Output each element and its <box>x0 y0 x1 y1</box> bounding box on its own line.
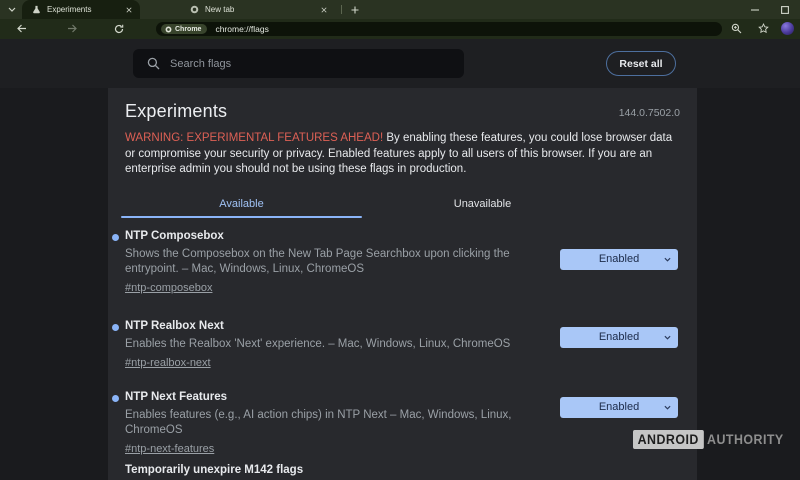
zoom-icon[interactable] <box>731 23 742 34</box>
flag-permalink[interactable]: #ntp-composebox <box>125 282 212 294</box>
chevron-down-icon <box>664 257 671 262</box>
flag-dot-icon <box>112 324 119 331</box>
flag-dot-icon <box>112 395 119 402</box>
browser-toolbar: Chrome chrome://flags <box>0 19 800 39</box>
availability-tabs: Available Unavailable <box>121 191 603 218</box>
tab-separator <box>341 5 342 14</box>
forward-icon[interactable] <box>67 24 77 33</box>
tab-new-tab[interactable]: New tab <box>180 0 335 19</box>
flag-dot-icon <box>112 234 119 241</box>
reset-all-button[interactable]: Reset all <box>606 51 676 76</box>
warning-emphasis: WARNING: EXPERIMENTAL FEATURES AHEAD! <box>125 132 383 144</box>
flag-dropdown[interactable]: Enabled <box>560 397 678 418</box>
bookmark-star-icon[interactable] <box>758 23 769 34</box>
flag-dropdown[interactable]: Enabled <box>560 327 678 348</box>
site-chip-label: Chrome <box>175 26 201 33</box>
tab-search-button[interactable] <box>5 3 19 16</box>
tab-strip: Experiments New tab <box>0 0 800 19</box>
experiments-panel: Experiments 144.0.7502.0 WARNING: EXPERI… <box>108 88 697 480</box>
search-placeholder: Search flags <box>170 58 231 70</box>
flag-dropdown-value: Enabled <box>599 331 639 343</box>
section-heading: Temporarily unexpire M142 flags <box>125 464 680 476</box>
browser-window: Experiments New tab <box>0 0 800 480</box>
reload-icon[interactable] <box>114 24 124 34</box>
maximize-button[interactable] <box>770 0 800 19</box>
flag-description: Shows the Composebox on the New Tab Page… <box>125 247 560 277</box>
warning-text: WARNING: EXPERIMENTAL FEATURES AHEAD! By… <box>125 131 673 178</box>
flag-row: NTP Next Features Enables features (e.g.… <box>125 385 680 450</box>
search-header: Search flags Reset all <box>0 39 800 88</box>
search-input[interactable]: Search flags <box>133 49 464 78</box>
watermark-authority: AUTHORITY <box>707 432 784 447</box>
plus-icon <box>351 6 359 14</box>
minimize-button[interactable] <box>740 0 770 19</box>
minimize-icon <box>751 9 759 11</box>
chevron-down-icon <box>664 335 671 340</box>
chevron-down-icon <box>8 7 16 12</box>
version-number: 144.0.7502.0 <box>619 107 680 119</box>
flags-page: Search flags Reset all Experiments 144.0… <box>0 39 800 480</box>
flask-icon <box>32 5 41 14</box>
tab-title: New tab <box>205 5 319 14</box>
search-icon <box>147 57 160 70</box>
chevron-down-icon <box>664 405 671 410</box>
tab-experiments[interactable]: Experiments <box>22 0 140 19</box>
chrome-logo-icon <box>190 5 199 14</box>
tab-unavailable[interactable]: Unavailable <box>362 191 603 218</box>
flag-permalink[interactable]: #ntp-realbox-next <box>125 357 211 369</box>
back-icon[interactable] <box>17 24 27 33</box>
tab-available[interactable]: Available <box>121 191 362 218</box>
maximize-icon <box>781 6 789 14</box>
address-bar[interactable]: Chrome chrome://flags <box>156 22 722 36</box>
flag-name: NTP Composebox <box>125 224 680 242</box>
chrome-logo-icon <box>165 26 172 33</box>
flag-description: Enables features (e.g., AI action chips)… <box>125 408 560 438</box>
site-chip[interactable]: Chrome <box>161 24 207 34</box>
watermark-android: ANDROID <box>633 430 703 449</box>
close-tab-icon[interactable] <box>124 5 134 15</box>
flag-dropdown-value: Enabled <box>599 401 639 413</box>
flag-list: NTP Composebox Shows the Composebox on t… <box>125 224 680 450</box>
flag-dropdown[interactable]: Enabled <box>560 249 678 270</box>
flag-row: NTP Realbox Next Enables the Realbox 'Ne… <box>125 314 680 385</box>
profile-avatar[interactable] <box>781 22 794 35</box>
url-text: chrome://flags <box>215 24 268 34</box>
close-tab-icon[interactable] <box>319 5 329 15</box>
flag-permalink[interactable]: #ntp-next-features <box>125 443 214 455</box>
flag-row: NTP Composebox Shows the Composebox on t… <box>125 224 680 314</box>
new-tab-button[interactable] <box>348 3 362 16</box>
flag-dropdown-value: Enabled <box>599 253 639 265</box>
watermark: ANDROID AUTHORITY <box>633 430 784 449</box>
tab-title: Experiments <box>47 5 124 14</box>
page-title: Experiments <box>125 101 227 122</box>
flag-description: Enables the Realbox 'Next' experience. –… <box>125 337 560 352</box>
